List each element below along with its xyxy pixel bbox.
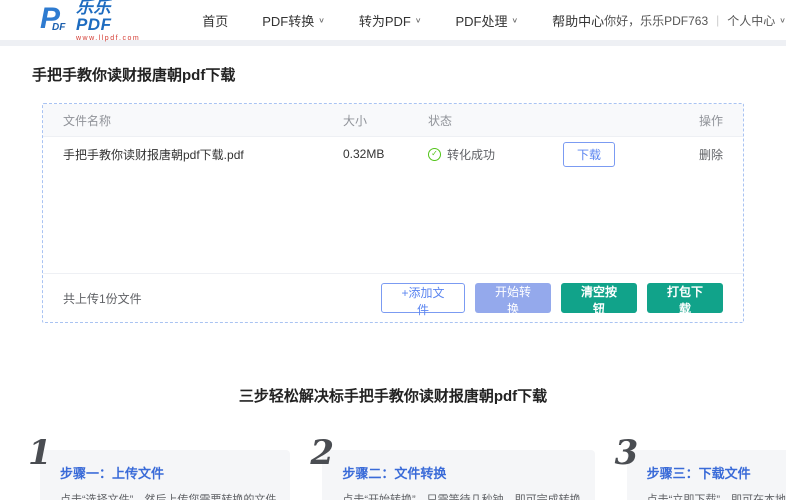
page-title: 手把手教你读财报唐朝pdf下载 [32, 67, 236, 84]
table-footer: 共上传1份文件 +添加文件 开始转换 清空按钮 打包下载 [43, 273, 743, 322]
nav-label: 首页 [202, 13, 229, 29]
nav-label: 转为PDF [358, 13, 411, 29]
step-number: 2 [310, 433, 334, 473]
column-header-filename: 文件名称 [63, 113, 112, 128]
delete-link[interactable]: 删除 [699, 146, 723, 163]
file-status: ✓ 转化成功 [428, 146, 563, 163]
logo-brand-name: 乐乐PDF [75, 0, 112, 34]
file-upload-box: 文件名称 大小 状态 操作 手把手教你读财报唐朝pdf下载.pdf 0.32MB… [42, 103, 744, 323]
step-description: 点击“开始转换”，只需等待几秒钟，即可完成转换 [342, 494, 581, 500]
nav-label: PDF处理 [455, 13, 508, 29]
step-description: 点击“立即下载”，即可在本地打开转换完成的文档 [646, 494, 786, 500]
step-number: 1 [28, 433, 52, 473]
user-center-label: 个人中心 [727, 13, 776, 28]
column-header-size: 大小 [343, 113, 368, 128]
user-center-link[interactable]: 个人中心 ∨ [727, 12, 786, 29]
column-header-status: 状态 [428, 113, 453, 128]
chevron-down-icon: ∨ [318, 15, 325, 24]
step-title: 步骤二：文件转换 [342, 466, 447, 481]
divider: | [716, 13, 720, 27]
main-content: 手把手教你读财报唐朝pdf下载 文件名称 大小 状态 操作 手把手教你读财报唐朝… [0, 46, 786, 347]
step-description: 点击“选择文件”，然后上传您需要转换的文件 [60, 494, 277, 500]
chevron-down-icon: ∨ [414, 15, 422, 24]
steps-section: 三步轻松解决标手把手教你读财报唐朝pdf下载 1 步骤一：上传文件 点击“选择文… [0, 347, 786, 500]
step-number: 3 [614, 433, 639, 473]
step-card-1: 1 步骤一：上传文件 点击“选择文件”，然后上传您需要转换的文件 [28, 433, 291, 500]
nav-item-pdf-convert[interactable]: PDF转换 ∨ [262, 11, 325, 30]
download-button[interactable]: 下载 [563, 141, 616, 167]
nav-label: 帮助中心 [552, 13, 605, 29]
file-name: 手把手教你读财报唐朝pdf下载.pdf [63, 147, 244, 162]
user-greeting: 你好，乐乐PDF763 [604, 13, 709, 28]
table-row: 手把手教你读财报唐朝pdf下载.pdf 0.32MB ✓ 转化成功 下载 删除 [43, 137, 743, 171]
step-title: 步骤三：下载文件 [646, 466, 751, 481]
top-navbar: P DF 乐乐PDF www.llpdf.com 首页 PDF转换 ∨ 转为PD… [0, 0, 786, 42]
step-card-2: 2 步骤二：文件转换 点击“开始转换”，只需等待几秒钟，即可完成转换 [310, 433, 595, 500]
chevron-down-icon: ∨ [779, 15, 786, 24]
nav-item-help-center[interactable]: 帮助中心 [552, 11, 604, 30]
site-logo[interactable]: P DF 乐乐PDF www.llpdf.com [40, 0, 142, 42]
start-convert-button[interactable]: 开始转换 [475, 283, 551, 316]
logo-site-url: www.llpdf.com [75, 34, 141, 42]
nav-item-home[interactable]: 首页 [202, 11, 228, 30]
step-card-3: 3 步骤三：下载文件 点击“立即下载”，即可在本地打开转换完成的文档 [615, 433, 786, 500]
file-size: 0.32MB [343, 147, 385, 161]
nav-label: PDF转换 [262, 13, 315, 29]
chevron-down-icon: ∨ [511, 15, 519, 24]
package-download-button[interactable]: 打包下载 [647, 283, 723, 316]
step-title: 步骤一：上传文件 [60, 466, 165, 481]
column-header-action: 操作 [698, 113, 723, 128]
add-file-button[interactable]: +添加文件 [381, 283, 465, 317]
upload-summary: 共上传1份文件 [63, 291, 142, 306]
user-area: 你好，乐乐PDF763 | 个人中心 ∨ | 退出 [604, 12, 786, 29]
nav-item-to-pdf[interactable]: 转为PDF ∨ [359, 11, 422, 30]
success-check-icon: ✓ [428, 147, 441, 161]
row-actions: 下载 删除 [563, 141, 723, 167]
main-nav: 首页 PDF转换 ∨ 转为PDF ∨ PDF处理 ∨ 帮助中心 [202, 11, 604, 30]
table-empty-area [43, 171, 743, 273]
steps-section-title: 三步轻松解决标手把手教你读财报唐朝pdf下载 [238, 388, 548, 405]
logo-p-icon: P DF [40, 4, 72, 35]
status-text: 转化成功 [447, 147, 496, 162]
table-header: 文件名称 大小 状态 操作 [43, 104, 743, 137]
nav-item-pdf-process[interactable]: PDF处理 ∨ [455, 11, 518, 30]
logo-df-letters: DF [52, 22, 66, 33]
clear-button[interactable]: 清空按钮 [561, 283, 637, 316]
